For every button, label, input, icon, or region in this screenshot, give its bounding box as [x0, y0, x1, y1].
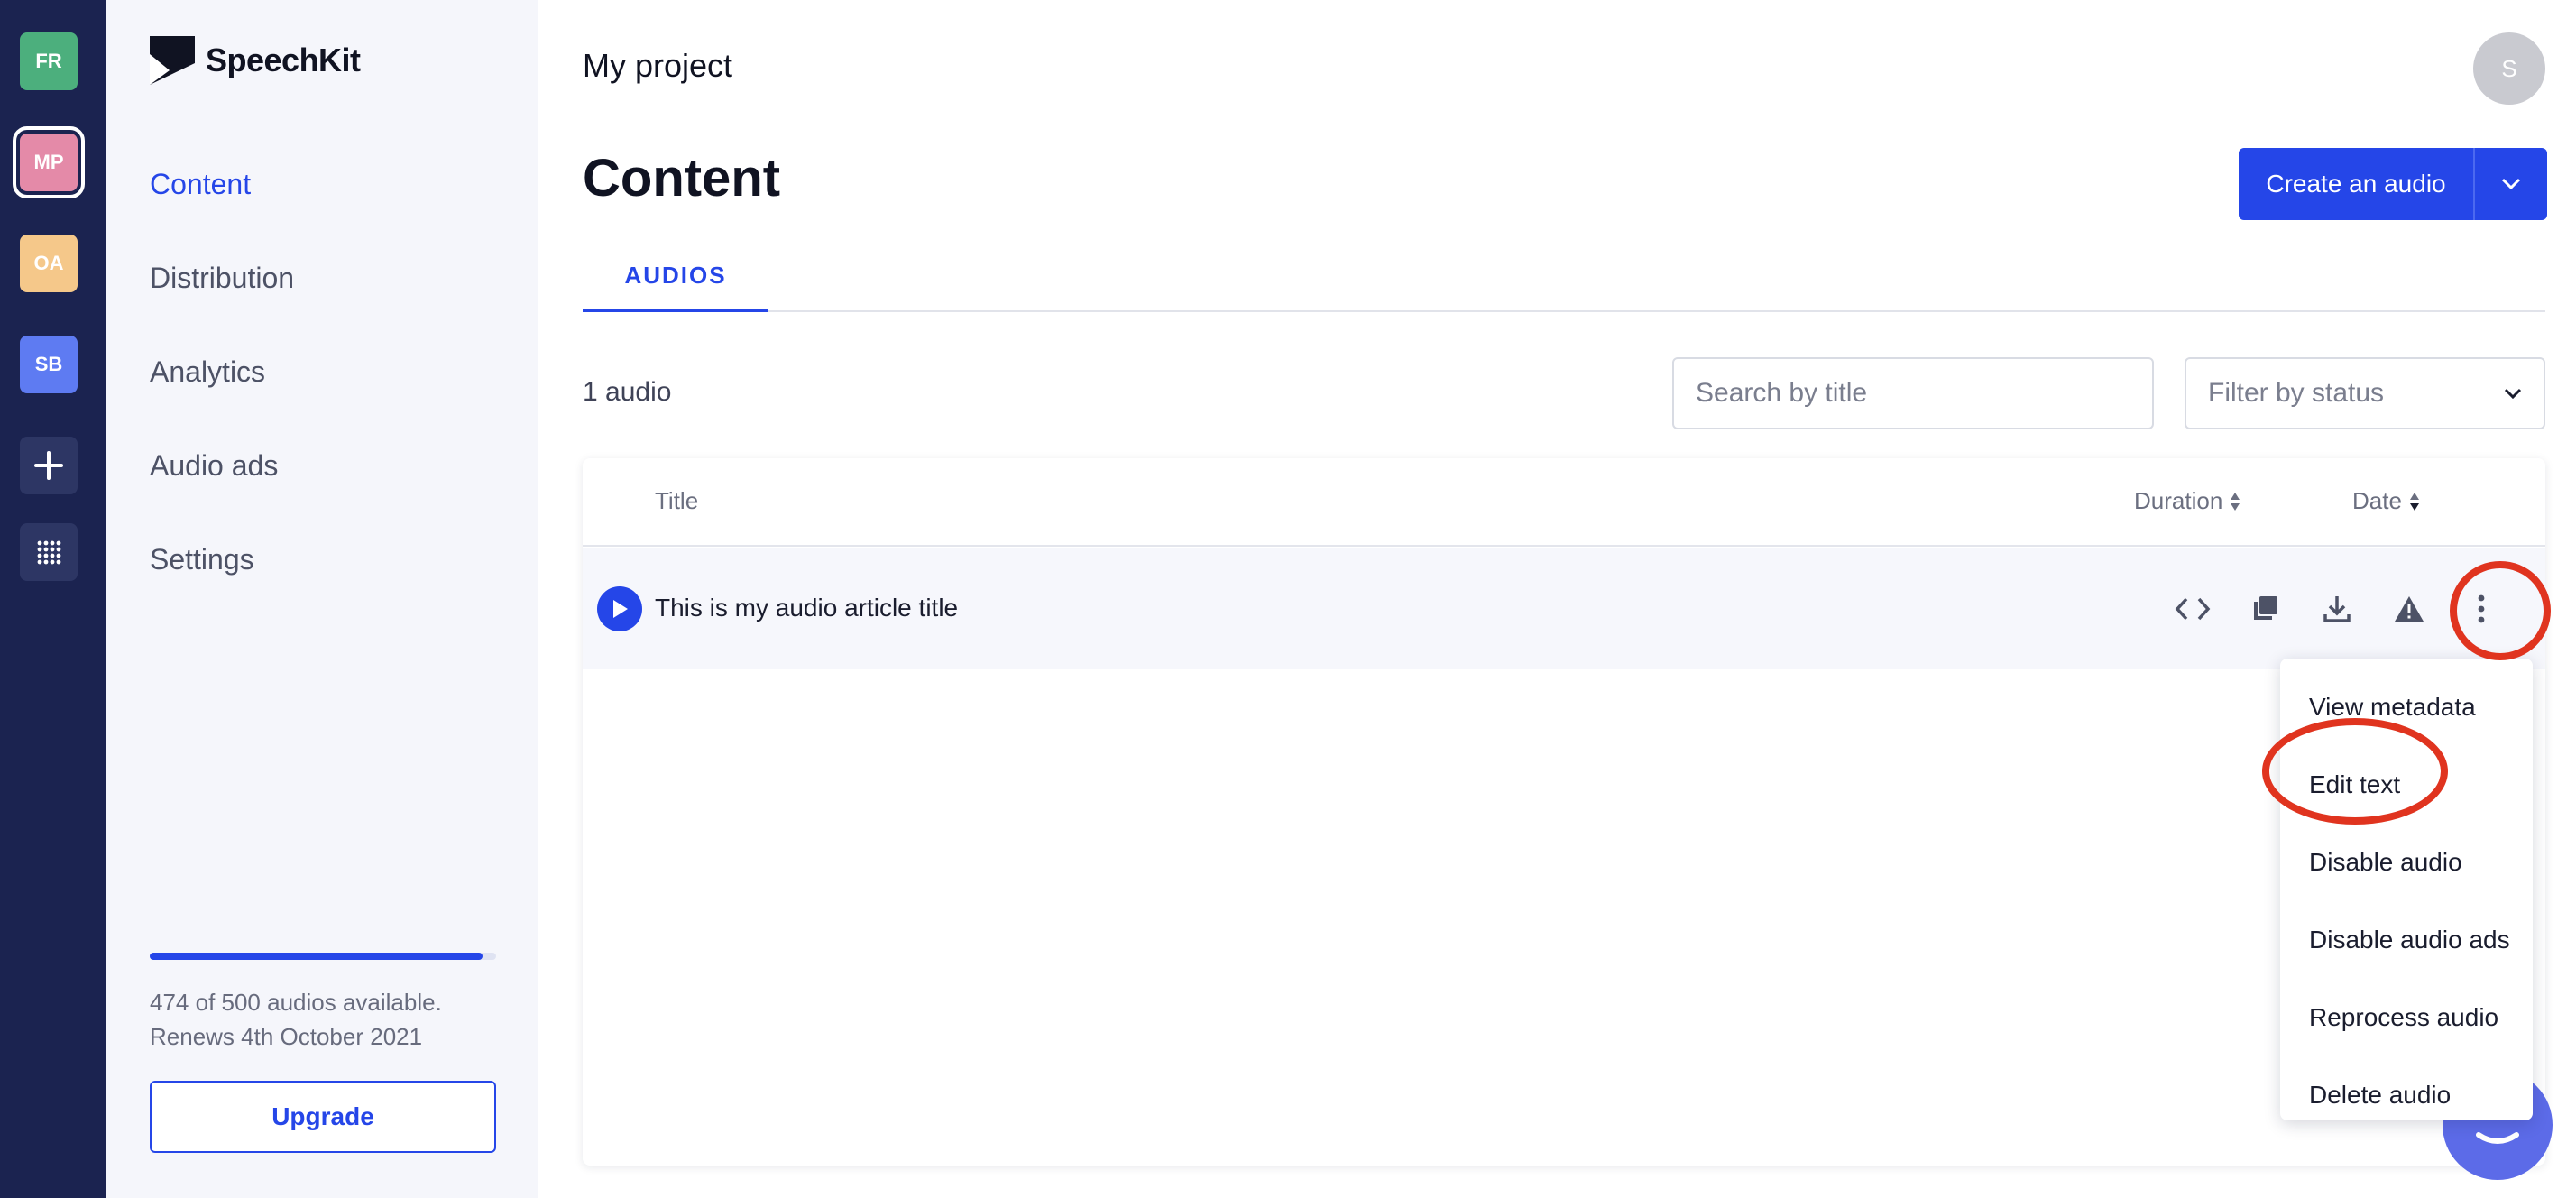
column-date[interactable]: Date: [2352, 487, 2420, 515]
project-mp[interactable]: MP: [13, 126, 85, 198]
column-duration[interactable]: Duration: [2134, 487, 2240, 515]
grid-icon: [37, 540, 61, 565]
audio-title[interactable]: This is my audio article title: [655, 594, 958, 622]
upgrade-button[interactable]: Upgrade: [150, 1081, 496, 1153]
embed-code-button[interactable]: [2170, 586, 2215, 631]
chevron-down-icon: [2504, 388, 2522, 399]
menu-disable-audio[interactable]: Disable audio: [2309, 848, 2462, 877]
table-header: Title Duration Date: [583, 458, 2545, 547]
sort-icon: [2231, 492, 2240, 511]
page-title: Content: [583, 149, 781, 207]
download-icon: [2323, 596, 2351, 622]
column-title: Title: [655, 487, 699, 514]
project-title: My project: [583, 47, 733, 84]
sidebar: SpeechKit Content Distribution Analytics…: [106, 0, 538, 1198]
audio-table: Title Duration Date This is my audio art…: [583, 458, 2545, 1166]
create-audio-split-button: Create an audio: [2239, 148, 2547, 220]
usage-progress-fill: [150, 953, 483, 960]
speechkit-logo-icon: [150, 36, 195, 85]
project-oa[interactable]: OA: [20, 235, 78, 292]
report-issue-button[interactable]: [2387, 586, 2432, 631]
nav-settings[interactable]: Settings: [150, 543, 254, 576]
embed-code-icon: [2175, 597, 2211, 621]
menu-reprocess-audio[interactable]: Reprocess audio: [2309, 1003, 2498, 1032]
menu-disable-audio-ads[interactable]: Disable audio ads: [2309, 926, 2510, 954]
usage-text: 474 of 500 audios available. Renews 4th …: [150, 985, 442, 1054]
project-sb[interactable]: SB: [20, 336, 78, 393]
play-button[interactable]: [597, 586, 642, 631]
sort-icon: [2409, 492, 2419, 511]
menu-view-metadata[interactable]: View metadata: [2309, 693, 2476, 722]
play-icon: [613, 600, 628, 618]
status-filter-select[interactable]: Filter by status: [2185, 357, 2545, 429]
table-row[interactable]: This is my audio article title: [583, 548, 2545, 669]
nav-audio-ads[interactable]: Audio ads: [150, 449, 278, 483]
project-rail: FR MP OA SB: [0, 0, 106, 1198]
menu-edit-text[interactable]: Edit text: [2309, 770, 2400, 799]
download-button[interactable]: [2314, 586, 2360, 631]
usage-renewal: Renews 4th October 2021: [150, 1023, 423, 1050]
tabs-divider: [583, 310, 2545, 312]
more-actions-button[interactable]: [2459, 586, 2504, 631]
add-project-button[interactable]: [20, 437, 78, 494]
nav-analytics[interactable]: Analytics: [150, 355, 265, 389]
usage-progress-bar: [150, 953, 496, 960]
project-fr[interactable]: FR: [20, 32, 78, 90]
warning-icon: [2395, 596, 2424, 622]
copy-button[interactable]: [2242, 586, 2287, 631]
menu-delete-audio[interactable]: Delete audio: [2309, 1081, 2451, 1110]
logo[interactable]: SpeechKit: [150, 36, 361, 85]
nav-content[interactable]: Content: [150, 168, 251, 201]
logo-text: SpeechKit: [206, 41, 361, 78]
audio-count: 1 audio: [583, 377, 672, 407]
chevron-down-icon: [2501, 178, 2521, 190]
apps-button[interactable]: [20, 523, 78, 581]
create-audio-dropdown-button[interactable]: [2473, 148, 2547, 220]
tab-audios[interactable]: AUDIOS: [583, 262, 768, 312]
main-content: My project S Content Create an audio AUD…: [538, 0, 2576, 1198]
row-actions-menu: View metadata Edit text Disable audio Di…: [2280, 659, 2533, 1120]
create-audio-button[interactable]: Create an audio: [2239, 148, 2473, 220]
search-input[interactable]: [1672, 357, 2154, 429]
plus-icon: [34, 451, 63, 480]
nav-distribution[interactable]: Distribution: [150, 262, 294, 295]
usage-available: 474 of 500 audios available.: [150, 989, 442, 1016]
more-vertical-icon: [2478, 594, 2485, 623]
copy-icon: [2254, 596, 2277, 620]
status-filter-placeholder: Filter by status: [2208, 378, 2385, 408]
avatar[interactable]: S: [2473, 32, 2545, 105]
